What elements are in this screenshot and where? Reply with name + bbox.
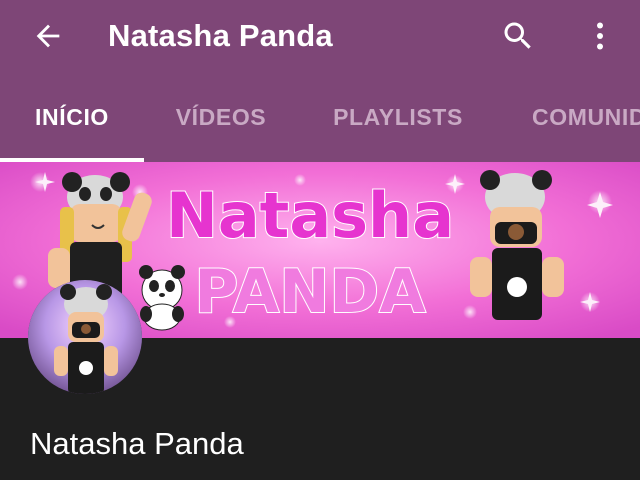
back-button[interactable] xyxy=(24,14,72,58)
small-panda-mascot xyxy=(139,265,185,331)
arrow-back-icon xyxy=(36,24,60,48)
avatar-image xyxy=(28,280,142,394)
channel-name: Natasha Panda xyxy=(30,426,244,461)
app-bar: Natasha Panda xyxy=(0,0,640,72)
tab-home[interactable]: INÍCIO xyxy=(0,72,144,162)
app-bar-title: Natasha Panda xyxy=(108,18,333,53)
tab-videos[interactable]: VÍDEOS xyxy=(154,72,288,162)
banner-title-line2: PANDA xyxy=(194,257,426,327)
search-icon xyxy=(504,22,531,49)
channel-tabs: INÍCIO VÍDEOS PLAYLISTS COMUNID xyxy=(0,72,640,162)
tab-community[interactable]: COMUNID xyxy=(512,72,640,162)
more-vert-icon xyxy=(597,22,603,50)
banner-title-line1: Natasha xyxy=(166,179,454,252)
channel-avatar[interactable] xyxy=(28,280,142,394)
youtube-channel-screen: Natasha Panda INÍCIO VÍDEOS PLAYLISTS CO… xyxy=(0,0,640,480)
more-options-button[interactable] xyxy=(578,12,622,60)
search-button[interactable] xyxy=(494,12,542,60)
tab-playlists[interactable]: PLAYLISTS xyxy=(318,72,478,162)
